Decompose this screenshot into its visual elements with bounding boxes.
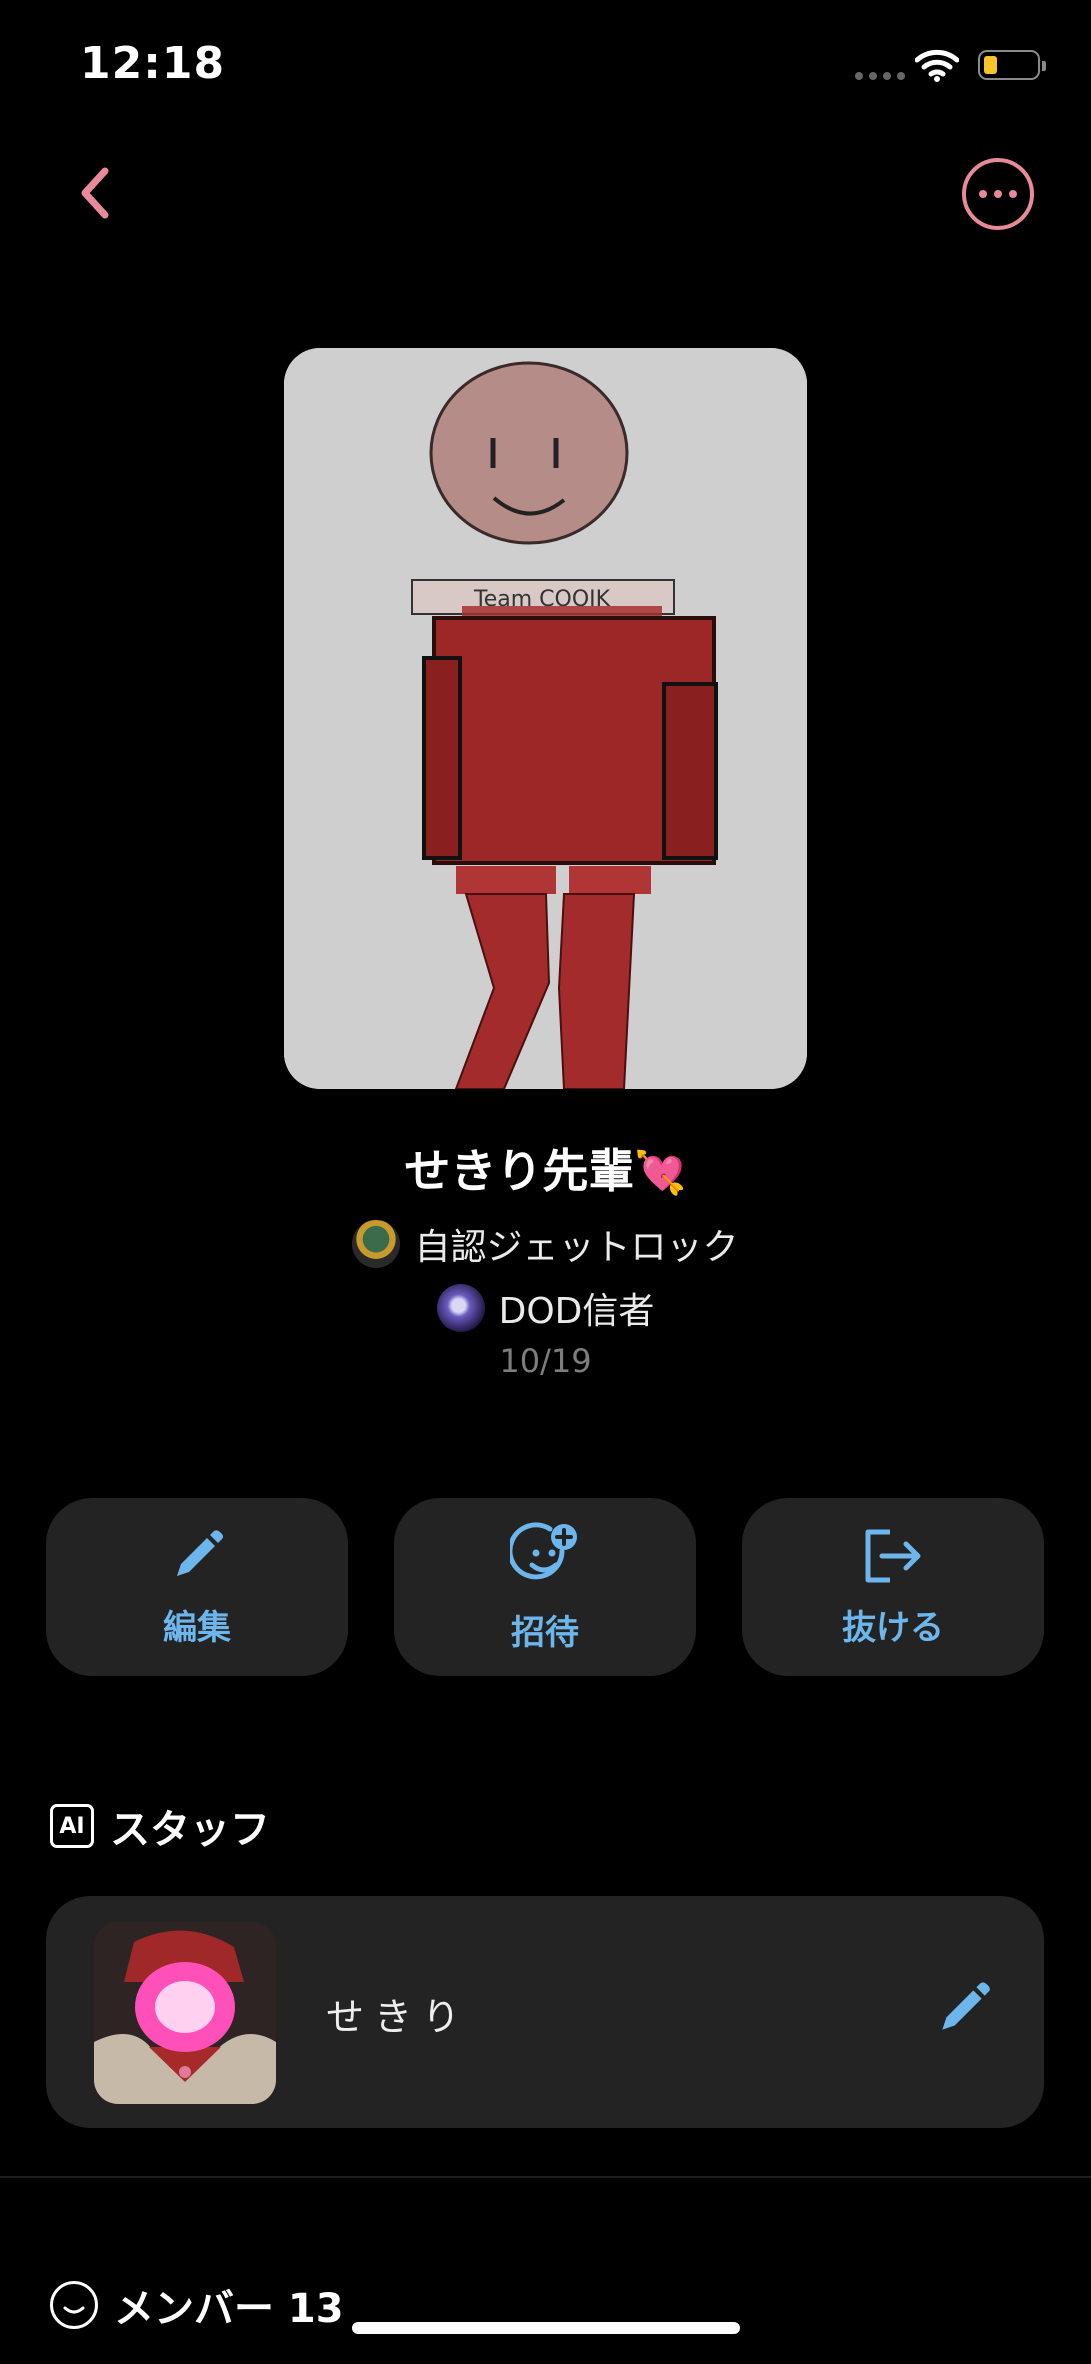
tag-avatar-icon xyxy=(352,1220,401,1268)
status-bar: 12:18 xyxy=(0,0,1091,130)
staff-avatar[interactable] xyxy=(94,1922,276,2104)
group-cover-image[interactable]: Team COOIK xyxy=(284,348,807,1089)
section-divider xyxy=(0,2176,1091,2178)
avatar-image xyxy=(94,1922,276,2104)
leave-button-label: 抜ける xyxy=(842,1607,944,1648)
edit-button[interactable]: 編集 xyxy=(46,1498,348,1676)
invite-button[interactable]: 招待 xyxy=(394,1498,696,1676)
staff-section-header: AI スタッフ xyxy=(50,1797,270,1855)
leave-button[interactable]: 抜ける xyxy=(742,1498,1044,1676)
home-indicator[interactable] xyxy=(352,2322,740,2334)
drawing-illustration: Team COOIK xyxy=(284,348,807,1089)
staff-member-card[interactable]: せきり xyxy=(46,1896,1044,2128)
ellipsis-icon xyxy=(979,190,987,198)
tag-label: DOD信者 xyxy=(498,1291,655,1332)
cellular-signal-icon xyxy=(855,72,905,80)
status-time: 12:18 xyxy=(80,38,226,89)
tag-avatar-icon xyxy=(436,1284,485,1332)
ai-icon: AI xyxy=(50,1804,94,1848)
members-section-title: メンバー 13 xyxy=(114,2286,344,2332)
add-person-icon xyxy=(510,1521,577,1579)
battery-icon xyxy=(978,50,1046,80)
staff-section-title: スタッフ xyxy=(110,1807,270,1853)
tag-item[interactable]: DOD信者 xyxy=(0,1282,1091,1334)
chevron-left-icon xyxy=(81,167,109,219)
back-button[interactable] xyxy=(60,158,130,228)
group-name: せきり先輩💘 xyxy=(0,1135,1091,1201)
heart-emoji-icon: 💘 xyxy=(634,1148,687,1197)
more-options-button[interactable] xyxy=(962,158,1034,230)
group-name-text: せきり先輩 xyxy=(404,1144,635,1198)
exit-icon xyxy=(865,1529,921,1582)
staff-member-name: せきり xyxy=(326,1995,471,2039)
invite-button-label: 招待 xyxy=(511,1612,579,1653)
pencil-icon[interactable] xyxy=(932,1978,994,2040)
wifi-icon xyxy=(915,49,959,82)
pencil-icon xyxy=(177,1529,223,1576)
tag-item[interactable]: 自認ジェットロック xyxy=(0,1218,1091,1270)
tag-label: 自認ジェットロック xyxy=(414,1227,739,1268)
action-buttons: 編集 招待 抜ける xyxy=(46,1498,1044,1676)
group-date: 10/19 xyxy=(499,1342,592,1380)
members-section-header: メンバー 13 xyxy=(50,2276,344,2334)
smile-icon xyxy=(50,2281,98,2329)
edit-button-label: 編集 xyxy=(163,1607,231,1648)
